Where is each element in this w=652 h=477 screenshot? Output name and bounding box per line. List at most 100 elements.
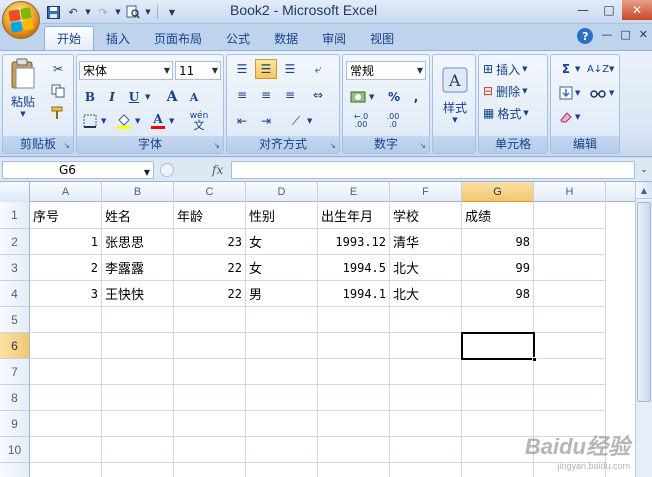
minimize-button[interactable]: —: [570, 0, 596, 20]
currency-dropdown-icon[interactable]: ▼: [369, 93, 374, 101]
cell-b7[interactable]: [102, 359, 174, 385]
borders-icon[interactable]: [79, 111, 101, 131]
customize-qat-icon[interactable]: ▼: [163, 3, 181, 21]
close-button[interactable]: ✕: [622, 0, 652, 20]
sort-filter-icon[interactable]: A↓Z: [587, 59, 609, 79]
cell-d10[interactable]: [246, 437, 318, 463]
row-header-3[interactable]: 3: [0, 255, 30, 281]
cell-e4[interactable]: 1994.1: [318, 281, 390, 307]
select-all-button[interactable]: [0, 182, 30, 202]
cell-g8[interactable]: [462, 385, 534, 411]
tab-insert[interactable]: 插入: [94, 26, 142, 50]
formula-input[interactable]: [231, 161, 635, 179]
format-painter-icon[interactable]: [47, 103, 69, 123]
active-cell-g6[interactable]: [461, 332, 537, 362]
cell-e3[interactable]: 1994.5: [318, 255, 390, 281]
font-name-select[interactable]: 宋体 ▼: [79, 61, 173, 80]
row-header-5[interactable]: 5: [0, 307, 30, 333]
font-size-select[interactable]: 11 ▼: [175, 61, 221, 80]
cell-f5[interactable]: [390, 307, 462, 333]
cell-g7[interactable]: [462, 359, 534, 385]
cell-b10[interactable]: [102, 437, 174, 463]
fill-icon[interactable]: [555, 83, 577, 103]
cell-d9[interactable]: [246, 411, 318, 437]
cell-f6[interactable]: [390, 333, 462, 359]
qat-dropdown-icon[interactable]: ▼: [144, 3, 152, 21]
fill-color-dropdown-icon[interactable]: ▼: [135, 117, 140, 125]
tab-page-layout[interactable]: 页面布局: [142, 26, 214, 50]
cell-d3[interactable]: 女: [246, 255, 318, 281]
cell-c5[interactable]: [174, 307, 246, 333]
percent-button[interactable]: %: [383, 87, 405, 107]
fill-dropdown-icon[interactable]: ▼: [575, 89, 580, 97]
cell-a5[interactable]: [30, 307, 102, 333]
cell-b11[interactable]: [102, 463, 174, 477]
cell-b8[interactable]: [102, 385, 174, 411]
cell-e8[interactable]: [318, 385, 390, 411]
paste-button[interactable]: 粘贴 ▼: [5, 57, 41, 119]
wrap-text-icon[interactable]: ⤶: [307, 59, 329, 79]
cell-g4[interactable]: 98: [462, 281, 534, 307]
cell-a4[interactable]: 3: [30, 281, 102, 307]
cell-e9[interactable]: [318, 411, 390, 437]
align-middle-icon[interactable]: ☰: [255, 59, 277, 79]
cell-a11[interactable]: [30, 463, 102, 477]
worksheet-grid[interactable]: A B C D E F G H 1 2 3 4 5 6 7 8 9 10 序号姓…: [0, 182, 652, 477]
row-header-2[interactable]: 2: [0, 229, 30, 255]
cell-d11[interactable]: [246, 463, 318, 477]
cell-c9[interactable]: [174, 411, 246, 437]
save-icon[interactable]: [44, 3, 62, 21]
vertical-scrollbar[interactable]: ▲: [635, 182, 652, 477]
find-select-icon[interactable]: [587, 83, 609, 103]
cell-e1[interactable]: 出生年月: [318, 202, 390, 229]
row-header-6[interactable]: 6: [0, 333, 30, 359]
cell-c2[interactable]: 23: [174, 229, 246, 255]
cell-f2[interactable]: 清华: [390, 229, 462, 255]
column-header-b[interactable]: B: [102, 182, 174, 202]
cell-h6[interactable]: [534, 333, 606, 359]
cell-c11[interactable]: [174, 463, 246, 477]
cell-e10[interactable]: [318, 437, 390, 463]
cell-a7[interactable]: [30, 359, 102, 385]
help-icon[interactable]: ?: [577, 28, 594, 44]
bold-button[interactable]: B: [79, 87, 101, 107]
autosum-dropdown-icon[interactable]: ▼: [575, 65, 580, 73]
font-color-dropdown-icon[interactable]: ▼: [169, 117, 174, 125]
tab-home[interactable]: 开始: [44, 26, 95, 50]
autosum-button[interactable]: Σ: [555, 59, 577, 79]
cell-f4[interactable]: 北大: [390, 281, 462, 307]
scrollbar-thumb[interactable]: [637, 202, 651, 402]
cell-b2[interactable]: 张思思: [102, 229, 174, 255]
clear-dropdown-icon[interactable]: ▼: [575, 113, 580, 121]
align-center-icon[interactable]: ≡: [255, 85, 277, 105]
cell-c1[interactable]: 年龄: [174, 202, 246, 229]
column-header-a[interactable]: A: [30, 182, 102, 202]
insert-function-button[interactable]: fx: [212, 163, 223, 177]
align-bottom-icon[interactable]: ☰: [279, 59, 301, 79]
cell-h5[interactable]: [534, 307, 606, 333]
cell-h7[interactable]: [534, 359, 606, 385]
workbook-restore-icon[interactable]: □: [620, 28, 630, 44]
cell-c4[interactable]: 22: [174, 281, 246, 307]
cell-g2[interactable]: 98: [462, 229, 534, 255]
cell-a8[interactable]: [30, 385, 102, 411]
row-header-11[interactable]: [0, 463, 30, 477]
find-select-dropdown-icon[interactable]: ▼: [609, 89, 614, 97]
copy-icon[interactable]: [47, 81, 69, 101]
cell-a1[interactable]: 序号: [30, 202, 102, 229]
align-top-icon[interactable]: ☰: [231, 59, 253, 79]
workbook-close-icon[interactable]: ✕: [639, 28, 648, 44]
cell-h8[interactable]: [534, 385, 606, 411]
cell-h3[interactable]: [534, 255, 606, 281]
cell-b9[interactable]: [102, 411, 174, 437]
workbook-minimize-icon[interactable]: —: [601, 28, 612, 44]
row-header-7[interactable]: 7: [0, 359, 30, 385]
orientation-icon[interactable]: ⟋: [285, 111, 307, 131]
column-header-h[interactable]: H: [534, 182, 606, 202]
row-header-4[interactable]: 4: [0, 281, 30, 307]
cell-g3[interactable]: 99: [462, 255, 534, 281]
cell-a6[interactable]: [30, 333, 102, 359]
styles-button[interactable]: A 样式 ▼: [435, 59, 475, 131]
cell-b4[interactable]: 王快快: [102, 281, 174, 307]
cell-f8[interactable]: [390, 385, 462, 411]
